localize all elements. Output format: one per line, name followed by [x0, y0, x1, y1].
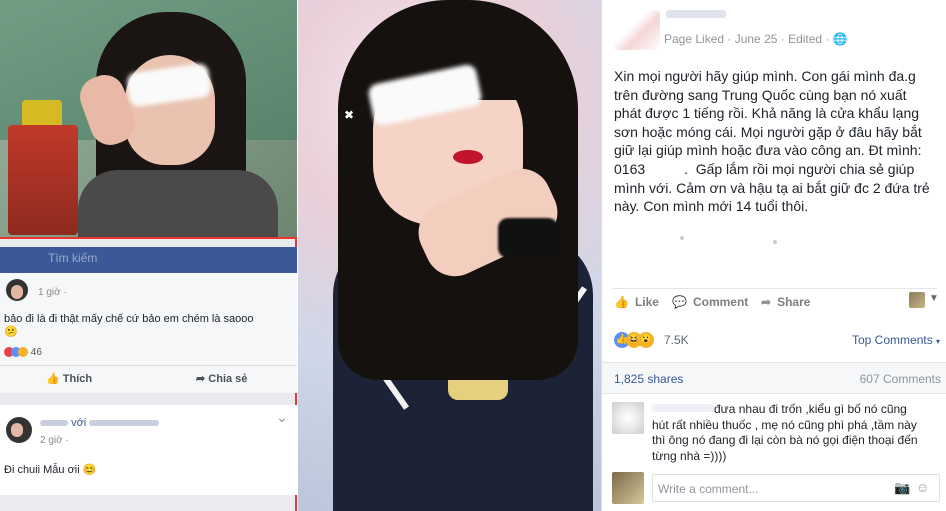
share-arrow-icon: ➦ [196, 373, 206, 385]
photo-selfie [0, 0, 297, 237]
chevron-down-icon[interactable]: ⌄ [276, 409, 288, 426]
viewer-avatar[interactable] [612, 472, 644, 504]
shares-bar: 1,825 shares 607 Comments [602, 362, 946, 394]
emoji: 😕 [4, 326, 18, 338]
write-comment-row: Write a comment... 📷 ☺ [612, 470, 940, 506]
comment-card: với 2 giờ · ⌄ Đi chuii Mẫu ơii 😊 [0, 405, 297, 495]
hair-bow-icon: ✖ [344, 108, 355, 122]
reaction-summary[interactable]: 👍 😆 😮 7.5K Top Comments ▾ [612, 330, 942, 352]
caret-down-icon[interactable]: ▼ [929, 293, 939, 304]
viewer-avatar[interactable] [909, 292, 925, 308]
action-bar: 👍 Thích ➦ Chia sẻ [0, 365, 297, 391]
comments-count-link[interactable]: 607 Comments [860, 372, 941, 386]
avatar [6, 279, 28, 301]
caret-down-icon: ▾ [936, 337, 941, 346]
thumbs-up-icon: 👍 [614, 295, 629, 309]
avatar [6, 417, 32, 443]
comment-input[interactable]: Write a comment... 📷 ☺ [652, 474, 940, 502]
post-action-bar: 👍 Like 💬 Comment ➦ Share ▼ [612, 288, 939, 316]
comment-time: 2 giờ · [40, 435, 69, 446]
comment-item: đưa nhau đi trốn ,kiểu gì bố nó cũng hút… [612, 400, 940, 464]
comment-text: bảo đi là đi thật mấy chế cứ bảo em chém… [4, 313, 254, 338]
top-comments-dropdown[interactable]: Top Comments ▾ [852, 333, 940, 347]
photo-portrait: ✖ [298, 0, 601, 511]
commenter-avatar[interactable] [612, 402, 644, 434]
reaction-summary[interactable]: 46 [4, 347, 42, 358]
search-input[interactable]: Tìm kiếm [48, 251, 97, 265]
page-name-redacted[interactable] [666, 10, 726, 18]
redaction-mark [680, 236, 684, 240]
wow-reaction-icon: 😮 [638, 332, 654, 348]
like-button[interactable]: 👍 Thích [46, 372, 92, 385]
search-bar[interactable]: Tìm kiếm [0, 247, 297, 273]
share-arrow-icon: ➦ [761, 295, 772, 309]
post-meta: Page Liked · June 25 · Edited · 🌐 [664, 32, 848, 46]
redaction-mark [773, 240, 777, 244]
share-button[interactable]: ➦ Chia sẻ [196, 372, 247, 385]
sticker-icon[interactable]: ☺ [916, 480, 929, 495]
comment-text: Đi chuii Mẫu ơii 😊 [4, 464, 97, 476]
page-avatar[interactable] [614, 10, 660, 50]
comment-author: với [40, 417, 160, 429]
comment-time: 1 giờ · [38, 287, 67, 298]
like-button[interactable]: 👍 Like [614, 295, 659, 309]
shares-link[interactable]: 1,825 shares [614, 372, 683, 386]
comment-text: đưa nhau đi trốn ,kiểu gì bố nó cũng hút… [652, 402, 918, 463]
share-button[interactable]: ➦ Share [761, 295, 810, 309]
camera-icon[interactable]: 📷 [894, 480, 910, 496]
facebook-screenshot: Tìm kiếm 1 giờ · bảo đi là đi thật mấy c… [0, 237, 297, 511]
reaction-count: 46 [30, 347, 42, 358]
facebook-post: Page Liked · June 25 · Edited · 🌐 Xin mọ… [601, 0, 946, 511]
post-body: Xin mọi người hãy giúp mình. Con gái mìn… [614, 68, 930, 215]
comment-button[interactable]: 💬 Comment [672, 295, 748, 309]
blur-patch [498, 218, 558, 258]
thumbs-up-icon: 👍 [46, 373, 60, 385]
comment-bubble-icon: 💬 [672, 295, 687, 309]
reaction-count: 7.5K [664, 333, 689, 347]
